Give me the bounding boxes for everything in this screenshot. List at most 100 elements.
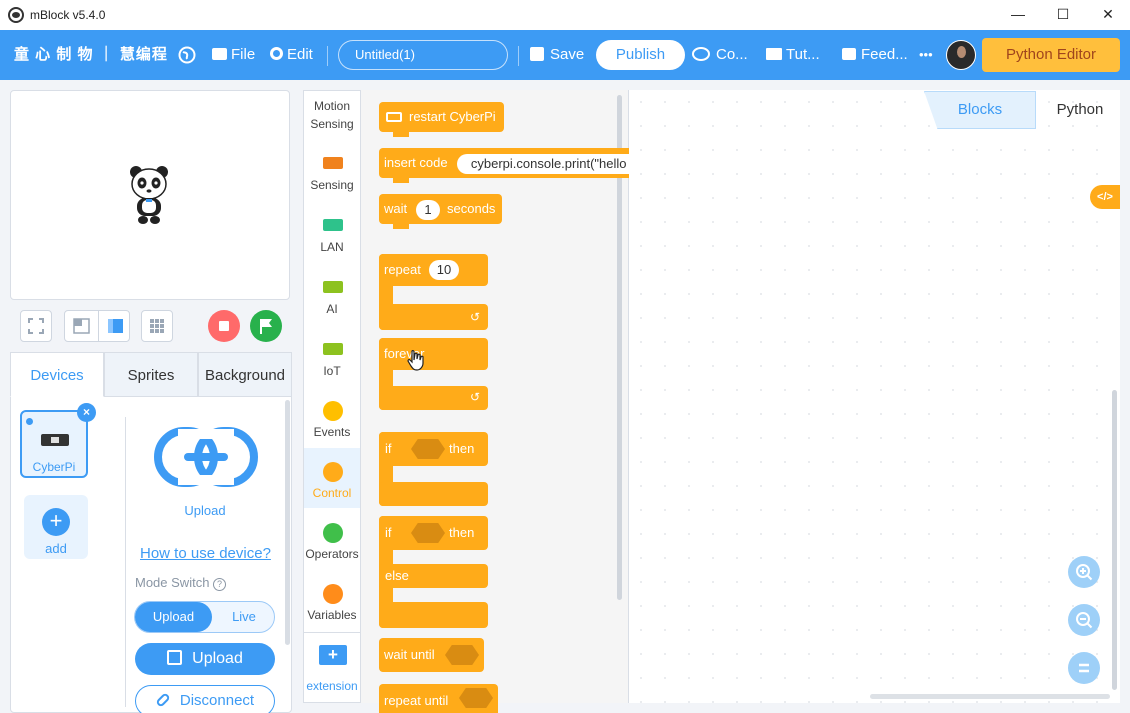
save-icon	[530, 47, 544, 61]
disconnect-button[interactable]: Disconnect	[135, 685, 275, 713]
add-device-button[interactable]: + add	[24, 495, 88, 559]
category-iot[interactable]: IoT	[303, 364, 361, 378]
how-to-use-device-link[interactable]: How to use device?	[140, 545, 271, 562]
tab-python[interactable]: Python	[1040, 91, 1120, 129]
stop-button[interactable]	[208, 310, 240, 342]
close-button[interactable]: ✕	[1085, 0, 1130, 30]
menu-bar: 童 心 制 物 ｜ 慧编程 File Edit Untitled(1) Save…	[0, 30, 1130, 80]
remove-device-close-icon[interactable]: ×	[77, 403, 96, 422]
green-flag-button[interactable]	[250, 310, 282, 342]
category-extension[interactable]: extension	[303, 679, 361, 693]
upload-button[interactable]: Upload	[135, 643, 275, 675]
menu-divider	[327, 46, 328, 66]
block-repeat-until[interactable]: repeat until	[379, 684, 498, 713]
tutorials-menu[interactable]: Tut...	[766, 30, 820, 80]
category-ai[interactable]: AI	[303, 302, 361, 316]
block-if-then-else[interactable]: if then else	[379, 516, 488, 628]
stage-layout-toggle	[64, 310, 130, 342]
upload-arrow-icon	[167, 650, 183, 665]
cyberpi-device-icon	[41, 434, 69, 446]
fullscreen-icon	[28, 318, 44, 334]
block-forever[interactable]: forever ↺	[379, 338, 488, 410]
block-repeat[interactable]: repeat 10 ↺	[379, 254, 488, 330]
tab-blocks[interactable]: Blocks	[940, 91, 1020, 129]
category-lan[interactable]: LAN	[303, 240, 361, 254]
category-variables[interactable]: Variables	[303, 608, 361, 622]
more-menu-icon[interactable]: •••	[919, 30, 933, 80]
cyberpi-mini-icon	[386, 112, 402, 122]
mode-upload-option[interactable]: Upload	[135, 602, 212, 632]
minimize-button[interactable]: —	[995, 0, 1041, 30]
control-dot-icon	[323, 462, 343, 482]
title-bar: mBlock v5.4.0 — ☐ ✕	[0, 0, 1130, 30]
mode-live-option[interactable]: Live	[213, 602, 275, 632]
help-question-icon[interactable]: ?	[213, 578, 227, 591]
community-menu[interactable]: Co...	[692, 30, 748, 80]
file-menu-label: File	[231, 46, 256, 63]
zoom-in-icon[interactable]	[1068, 556, 1100, 588]
python-editor-button[interactable]: Python Editor	[982, 38, 1120, 72]
device-name: CyberPi	[32, 460, 76, 474]
stage[interactable]	[10, 90, 290, 300]
wait-seconds-input[interactable]: 1	[416, 200, 440, 220]
user-avatar[interactable]	[946, 40, 976, 70]
category-sensing[interactable]: Sensing	[303, 178, 361, 192]
code-preview-toggle-icon[interactable]: </>	[1090, 185, 1120, 209]
panda-sprite-icon[interactable]	[128, 164, 170, 226]
block-wait-seconds[interactable]: wait 1 seconds	[379, 194, 502, 229]
mblock-logo-icon	[8, 7, 24, 23]
workspace-vertical-scrollbar[interactable]	[1112, 390, 1117, 690]
block-restart-cyberpi[interactable]: restart CyberPi	[379, 102, 504, 137]
panel-divider	[125, 417, 126, 707]
tab-sprites[interactable]: Sprites	[104, 352, 198, 397]
large-stage-button[interactable]	[98, 311, 130, 341]
ai-chip-icon	[323, 281, 343, 293]
condition-slot[interactable]	[411, 523, 445, 543]
loop-arrow-icon: ↺	[470, 390, 481, 404]
repeat-count-input[interactable]: 10	[429, 260, 459, 280]
mode-switch-toggle: Upload Live	[134, 601, 275, 633]
language-globe-icon[interactable]	[178, 30, 196, 80]
condition-slot[interactable]	[411, 439, 445, 459]
tab-devices[interactable]: Devices	[10, 352, 104, 397]
hand-cursor-icon	[407, 349, 424, 371]
add-label: add	[45, 541, 67, 556]
block-wait-until[interactable]: wait until	[379, 638, 484, 672]
devices-scrollbar[interactable]	[285, 400, 290, 645]
category-motion-sensing[interactable]: Motion Sensing	[303, 97, 361, 133]
wrench-icon	[270, 47, 283, 60]
fullscreen-button[interactable]	[20, 310, 52, 342]
edit-menu[interactable]: Edit	[270, 30, 313, 80]
block-if-then[interactable]: if then	[379, 432, 488, 506]
grid-view-button[interactable]	[141, 310, 173, 342]
menu-divider	[518, 46, 519, 66]
zoom-out-icon[interactable]	[1068, 604, 1100, 636]
workspace-horizontal-scrollbar[interactable]	[870, 694, 1110, 699]
condition-slot[interactable]	[459, 688, 493, 708]
connection-dot	[26, 418, 33, 425]
category-control[interactable]: Control	[303, 486, 361, 500]
code-workspace[interactable]	[629, 90, 1120, 703]
tab-background[interactable]: Background	[198, 352, 292, 397]
save-label: Save	[550, 46, 585, 63]
save-button[interactable]: Save	[530, 30, 584, 80]
tutorials-label: Tut...	[786, 46, 820, 63]
window-title: mBlock v5.4.0	[30, 8, 106, 22]
maximize-button[interactable]: ☐	[1040, 0, 1086, 30]
device-card-cyberpi[interactable]: CyberPi	[20, 410, 88, 478]
file-menu[interactable]: File	[212, 30, 255, 80]
project-name-input[interactable]: Untitled(1)	[338, 40, 508, 70]
small-stage-button[interactable]	[65, 311, 98, 341]
zoom-reset-icon[interactable]	[1068, 652, 1100, 684]
lan-chip-icon	[323, 219, 343, 231]
edit-menu-label: Edit	[287, 46, 313, 63]
variables-dot-icon	[323, 584, 343, 604]
publish-button[interactable]: Publish	[596, 40, 685, 70]
brand-text[interactable]: 童 心 制 物 ｜ 慧编程	[14, 30, 168, 80]
extension-add-icon: +	[319, 645, 347, 665]
category-events[interactable]: Events	[303, 425, 361, 439]
category-operators[interactable]: Operators	[303, 547, 361, 561]
feedback-menu[interactable]: Feed...	[842, 30, 908, 80]
condition-slot[interactable]	[445, 645, 479, 665]
iot-chip-icon	[323, 343, 343, 355]
